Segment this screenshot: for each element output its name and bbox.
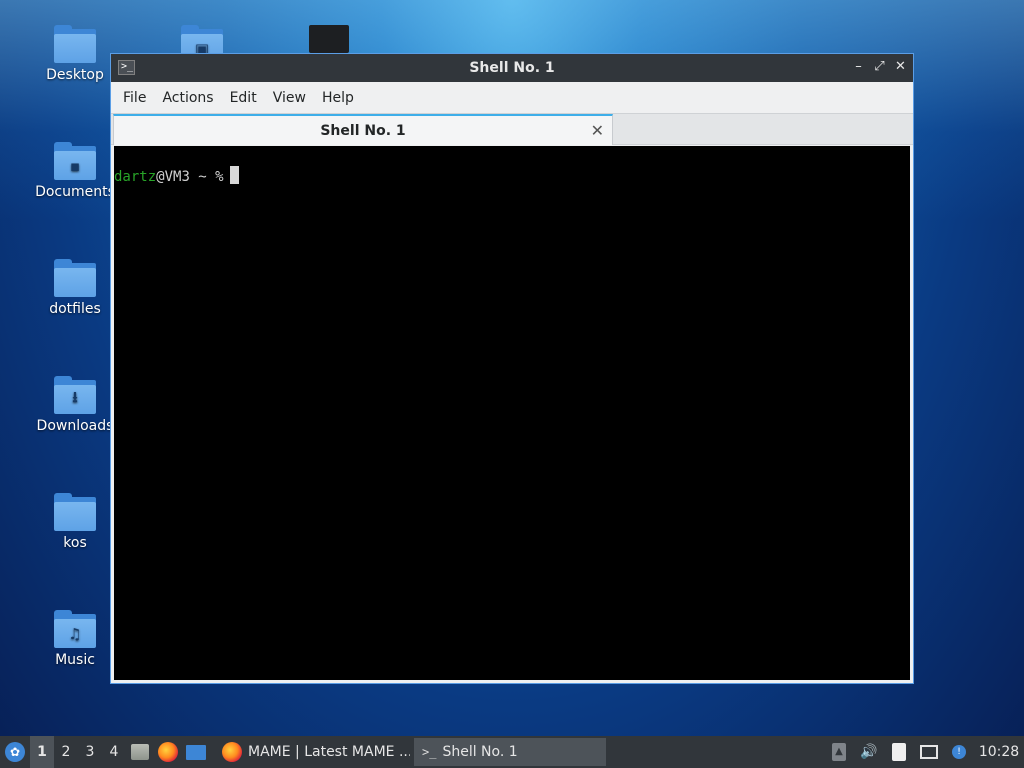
desktop-icon-dotfiles[interactable]: dotfiles <box>35 259 115 317</box>
task-label: MAME | Latest MAME ... <box>248 744 410 760</box>
tray-expand-icon: ▲ <box>832 743 846 761</box>
desktop-icon-downloads[interactable]: ⭳ Downloads <box>35 376 115 434</box>
tab-title: Shell No. 1 <box>320 122 406 139</box>
tray-arrow-button[interactable]: ▲ <box>824 743 854 761</box>
taskbar: ✿ 1 2 3 4 MAME | Latest MAME ... >_ Shel… <box>0 736 1024 768</box>
volume-icon: 🔊 <box>860 744 878 760</box>
system-tray: ▲ 🔊 ! 10:28 <box>824 736 1024 768</box>
folder-icon <box>54 25 96 63</box>
desktop-icon-music[interactable]: ♫ Music <box>35 610 115 668</box>
window-title: Shell No. 1 <box>469 60 555 76</box>
lxqt-logo-icon: ✿ <box>5 742 25 762</box>
maximize-button[interactable]: ⤢ <box>873 59 886 75</box>
window-titlebar[interactable]: >_ Shell No. 1 – ⤢ ✕ <box>111 54 913 82</box>
desktop-icon-kos[interactable]: kos <box>35 493 115 551</box>
firefox-icon <box>222 742 242 762</box>
menu-actions[interactable]: Actions <box>154 90 221 106</box>
clipboard-button[interactable] <box>884 743 914 761</box>
menu-file[interactable]: File <box>115 90 154 106</box>
workspace-3[interactable]: 3 <box>78 736 102 768</box>
show-desktop-button[interactable] <box>182 736 210 768</box>
music-folder-icon: ♫ <box>54 610 96 648</box>
desktop-icon-documents[interactable]: ▪ Documents <box>35 142 115 200</box>
network-icon <box>920 745 938 759</box>
desktop-icon-label: kos <box>63 535 87 551</box>
firefox-icon <box>158 742 178 762</box>
firefox-launcher[interactable] <box>154 736 182 768</box>
task-firefox-mame[interactable]: MAME | Latest MAME ... <box>214 738 410 766</box>
desktop-icon-label: dotfiles <box>49 301 101 317</box>
close-button[interactable]: ✕ <box>894 59 907 75</box>
tab-close-icon[interactable]: ✕ <box>591 121 604 140</box>
task-shell-1[interactable]: >_ Shell No. 1 <box>414 738 606 766</box>
folder-icon <box>54 493 96 531</box>
text-cursor <box>229 166 239 184</box>
tab-shell-1[interactable]: Shell No. 1 ✕ <box>113 114 613 145</box>
desktop-icon-desktop[interactable]: Desktop <box>35 25 115 83</box>
desktop-icon-label: Downloads <box>36 418 114 434</box>
terminal-app-icon[interactable]: >_ <box>118 60 135 75</box>
workspace-2[interactable]: 2 <box>54 736 78 768</box>
desktop-icon-label: Music <box>55 652 95 668</box>
workspace-1[interactable]: 1 <box>30 736 54 768</box>
prompt-user: dartz <box>114 169 157 185</box>
terminal-window[interactable]: >_ Shell No. 1 – ⤢ ✕ File Actions Edit V… <box>110 53 914 684</box>
desktop-icon-label: Documents <box>35 184 115 200</box>
terminal-output[interactable]: dartz@VM3 ~ % <box>114 146 910 680</box>
network-button[interactable] <box>914 745 944 759</box>
tab-bar: Shell No. 1 ✕ <box>111 113 913 145</box>
desktop-icon-label: Desktop <box>46 67 104 83</box>
start-menu-button[interactable]: ✿ <box>0 736 30 768</box>
downloads-folder-icon: ⭳ <box>54 376 96 414</box>
update-notifier-icon: ! <box>952 745 966 759</box>
task-label: Shell No. 1 <box>442 744 518 760</box>
terminal-icon: >_ <box>422 745 437 759</box>
menu-edit[interactable]: Edit <box>222 90 265 106</box>
workspace-4[interactable]: 4 <box>102 736 126 768</box>
desktop-dark-file-icon[interactable] <box>309 25 349 53</box>
clipboard-icon <box>892 743 906 761</box>
documents-folder-icon: ▪ <box>54 142 96 180</box>
menu-view[interactable]: View <box>265 90 314 106</box>
volume-button[interactable]: 🔊 <box>854 744 884 760</box>
minimize-button[interactable]: – <box>852 59 865 75</box>
file-manager-icon <box>131 744 149 760</box>
file-manager-launcher[interactable] <box>126 736 154 768</box>
folder-icon <box>54 259 96 297</box>
menubar: File Actions Edit View Help <box>111 82 913 113</box>
updates-button[interactable]: ! <box>944 745 974 759</box>
menu-help[interactable]: Help <box>314 90 362 106</box>
show-desktop-icon <box>186 744 206 760</box>
prompt-host: @VM3 ~ % <box>156 169 224 185</box>
clock[interactable]: 10:28 <box>974 744 1024 760</box>
